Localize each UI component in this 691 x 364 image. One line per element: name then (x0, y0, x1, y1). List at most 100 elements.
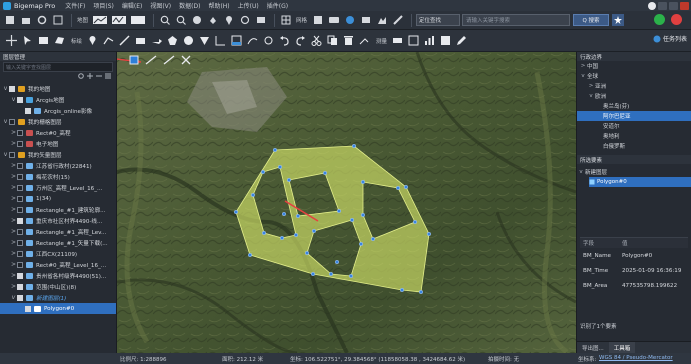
hd-icon[interactable] (327, 14, 340, 27)
layer-visibility-checkbox[interactable] (17, 195, 23, 202)
layer-visibility-checkbox[interactable] (9, 151, 15, 158)
chevron-down-icon[interactable]: v (2, 85, 9, 92)
chevron-right-icon[interactable]: > (10, 129, 17, 136)
undo-icon[interactable] (277, 34, 291, 48)
close-button[interactable] (680, 1, 689, 10)
chevron-down-icon[interactable]: v (2, 151, 9, 158)
layer-visibility-checkbox[interactable] (17, 294, 23, 301)
user-avatar-icon[interactable] (648, 1, 656, 10)
layer-visibility-checkbox[interactable] (17, 239, 23, 246)
layer-remove-icon[interactable] (96, 73, 102, 79)
selection-feature-row[interactable]: Polygon#0 (589, 177, 691, 187)
redo-icon[interactable] (293, 34, 307, 48)
layer-row[interactable]: > 梅花农村(15) (0, 171, 116, 182)
layer-visibility-checkbox[interactable] (9, 118, 15, 125)
admin-region-row[interactable]: 阿尔巴尼亚 (577, 111, 691, 121)
chevron-down-icon[interactable]: v (10, 294, 17, 301)
zoom-in-icon[interactable] (158, 14, 171, 27)
menu-view[interactable]: 视图(V) (150, 1, 171, 10)
layer-visibility-checkbox[interactable] (17, 162, 23, 169)
layer-row[interactable]: > 贵州省各村级界4490(51)... (0, 270, 116, 281)
pen-edit-icon[interactable] (145, 55, 157, 65)
layer-visibility-checkbox[interactable] (25, 305, 31, 312)
grid-settings-icon[interactable] (311, 14, 324, 27)
layer-row[interactable]: > Rectangle_#1_高程_Lev... (0, 226, 116, 237)
layer-visibility-checkbox[interactable] (17, 140, 23, 147)
layer-add-icon[interactable] (87, 73, 93, 79)
grid-icon[interactable] (279, 14, 292, 27)
chevron-right-icon[interactable]: > (10, 173, 17, 180)
menu-edit[interactable]: 编辑(E) (122, 1, 142, 10)
layer-row[interactable]: > Rectangle_#1_建筑轮廓... (0, 204, 116, 215)
ruler-icon[interactable] (390, 34, 404, 48)
edit-icon[interactable] (454, 34, 468, 48)
chevron-right-icon[interactable]: > (587, 83, 595, 89)
layer-visibility-checkbox[interactable] (17, 129, 23, 136)
search-button[interactable]: Q 搜索 (573, 14, 610, 26)
chevron-right-icon[interactable]: > (579, 63, 587, 69)
admin-region-row[interactable]: v 全球 (577, 71, 691, 81)
copy-icon[interactable] (325, 34, 339, 48)
save-icon[interactable] (51, 14, 64, 27)
favorite-star-icon[interactable] (612, 14, 625, 26)
chevron-right-icon[interactable]: > (10, 162, 17, 169)
search-input[interactable]: 请输入关键字搜索 (462, 14, 571, 26)
layer-row[interactable]: > 电子地图 (0, 138, 116, 149)
measure-tool-icon[interactable] (213, 34, 227, 48)
layer-visibility-checkbox[interactable] (17, 173, 23, 180)
chart-icon[interactable] (422, 34, 436, 48)
location-search-select[interactable]: 定位查找 (416, 14, 461, 26)
map-source-icon[interactable] (92, 14, 108, 27)
chevron-right-icon[interactable]: > (10, 195, 17, 202)
layer-row[interactable]: > 重庆市社区村界4490-线... (0, 215, 116, 226)
layer-visibility-checkbox[interactable] (17, 206, 23, 213)
settings-gear-icon[interactable] (35, 14, 48, 27)
tab-export[interactable]: 导出图... (577, 342, 609, 353)
pentagon-tool-icon[interactable] (165, 34, 179, 48)
circle-tool-icon[interactable] (181, 34, 195, 48)
layer-collapse-icon[interactable] (105, 73, 111, 79)
chevron-right-icon[interactable]: > (10, 261, 17, 268)
fill-tool-icon[interactable] (229, 34, 243, 48)
select-arrow-icon[interactable] (20, 34, 34, 48)
layer-row[interactable]: > 江苏省行政村(22841) (0, 160, 116, 171)
open-file-icon[interactable] (19, 14, 32, 27)
refresh-icon[interactable] (238, 14, 251, 27)
pencil-icon[interactable] (163, 55, 175, 65)
chevron-right-icon[interactable]: > (10, 217, 17, 224)
chevron-right-icon[interactable]: > (10, 140, 17, 147)
selection-layer-row[interactable]: v 新建图层 (577, 167, 691, 177)
layer-row[interactable]: > Rect#0_高程_Level_16_... (0, 259, 116, 270)
edit-node-icon[interactable] (357, 34, 371, 48)
layer-row[interactable]: v Arcgis地图 (0, 94, 116, 105)
layer-visibility-checkbox[interactable] (17, 96, 23, 103)
table-icon[interactable] (438, 34, 452, 48)
chevron-right-icon[interactable]: > (10, 228, 17, 235)
zoom-out-icon[interactable] (174, 14, 187, 27)
globe-3d-icon[interactable] (343, 14, 356, 27)
area-measure-icon[interactable] (406, 34, 420, 48)
cancel-edit-icon[interactable] (181, 55, 191, 65)
chevron-right-icon[interactable]: > (10, 272, 17, 279)
route-tool-icon[interactable] (245, 34, 259, 48)
layer-row[interactable]: Arcgis_online影像 (0, 105, 116, 116)
layer-row[interactable]: v 新建图层(1) (0, 292, 116, 303)
pan-hand-icon[interactable] (206, 14, 219, 27)
layer-row[interactable]: >1(34) (0, 193, 116, 204)
layer-row[interactable]: v 我的栅格图层 (0, 116, 116, 127)
layer-visibility-checkbox[interactable] (25, 107, 31, 114)
new-file-icon[interactable] (3, 14, 16, 27)
minimize-button[interactable] (658, 1, 667, 10)
projection-link[interactable]: WGS 84 / Pseudo-Mercator (599, 355, 673, 361)
chevron-right-icon[interactable]: > (10, 184, 17, 191)
layer-row[interactable]: v 我的矢量图层 (0, 149, 116, 160)
layer-row[interactable]: > Rectangle_#1_矢量下载(... (0, 237, 116, 248)
chevron-down-icon[interactable]: v (10, 96, 17, 103)
maximize-button[interactable] (669, 1, 678, 10)
locate-pin-icon[interactable] (222, 14, 235, 27)
menu-upload[interactable]: 上传(U) (238, 1, 259, 10)
map-overlay-icon[interactable] (111, 14, 127, 27)
layer-visibility-checkbox[interactable] (9, 85, 15, 92)
chevron-right-icon[interactable]: > (10, 250, 17, 257)
menu-plugins[interactable]: 插件(G) (267, 1, 288, 10)
